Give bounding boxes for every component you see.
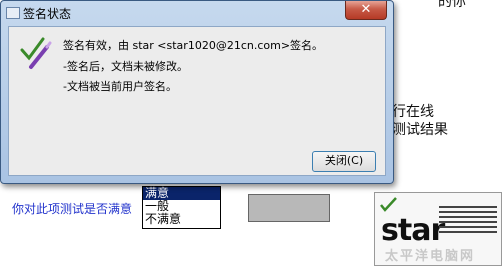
watermark: 太平洋电脑网	[385, 249, 476, 264]
signed-by-current-user-message: -文档被当前用户签名。	[63, 80, 177, 93]
dialog-content: 签名有效，由 star <star1020@21cn.com>签名。 -签名后，…	[8, 26, 386, 176]
dialog-title: 签名状态	[23, 7, 72, 21]
satisfaction-listbox[interactable]: 满意 一般 不满意	[142, 186, 221, 229]
background-text-line2: 测试结果	[392, 122, 448, 138]
option-unsatisfied[interactable]: 不满意	[143, 213, 220, 226]
signature-thumbnail: star 太平洋电脑网	[374, 192, 502, 266]
signature-valid-icon	[20, 37, 52, 69]
dialog-titlebar[interactable]: 签名状态 ✕	[1, 1, 393, 25]
background-text-top: 的你	[438, 0, 466, 10]
close-window-button[interactable]: ✕	[345, 1, 387, 20]
satisfaction-question: 你对此项测试是否满意	[12, 202, 133, 216]
signature-status-dialog: 签名状态 ✕ 签名有效，由 star <star1020@21cn.com>签名…	[0, 0, 394, 184]
thumbnail-text-lines	[439, 203, 497, 236]
background-text-line1: 行在线	[392, 104, 434, 120]
thumbnail-word: star	[381, 213, 445, 248]
unmodified-message: -签名后，文档未被修改。	[63, 60, 188, 73]
close-button[interactable]: 关闭(C)	[312, 151, 376, 172]
gray-input-box[interactable]	[248, 194, 330, 222]
signature-check-icon	[380, 197, 397, 212]
window-icon	[6, 7, 20, 19]
signature-valid-message: 签名有效，由 star <star1020@21cn.com>签名。	[63, 39, 324, 52]
